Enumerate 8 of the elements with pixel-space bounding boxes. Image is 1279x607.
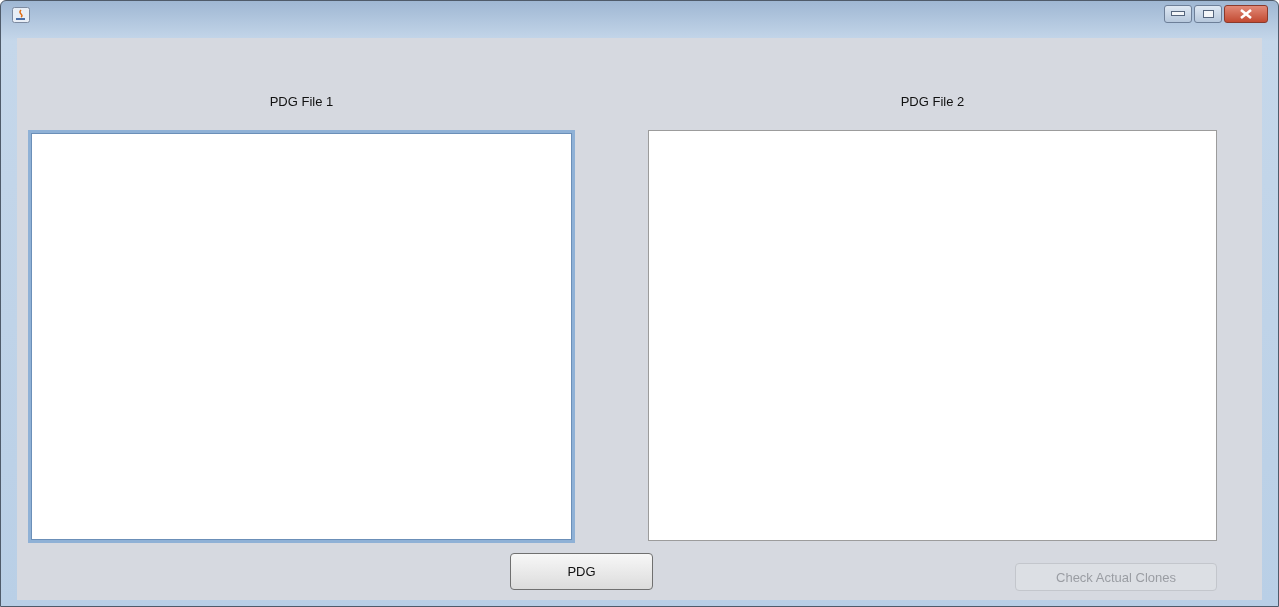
- maximize-button[interactable]: [1194, 4, 1222, 23]
- panel-label: PDG File 2: [900, 93, 965, 111]
- coffee-cup-icon: [12, 6, 30, 23]
- close-button[interactable]: [1224, 4, 1268, 23]
- panel-label: PDG File 1: [269, 93, 334, 111]
- minimize-button[interactable]: [1164, 4, 1192, 23]
- action-button[interactable]: PDG: [510, 553, 653, 590]
- close-icon: [1239, 8, 1253, 19]
